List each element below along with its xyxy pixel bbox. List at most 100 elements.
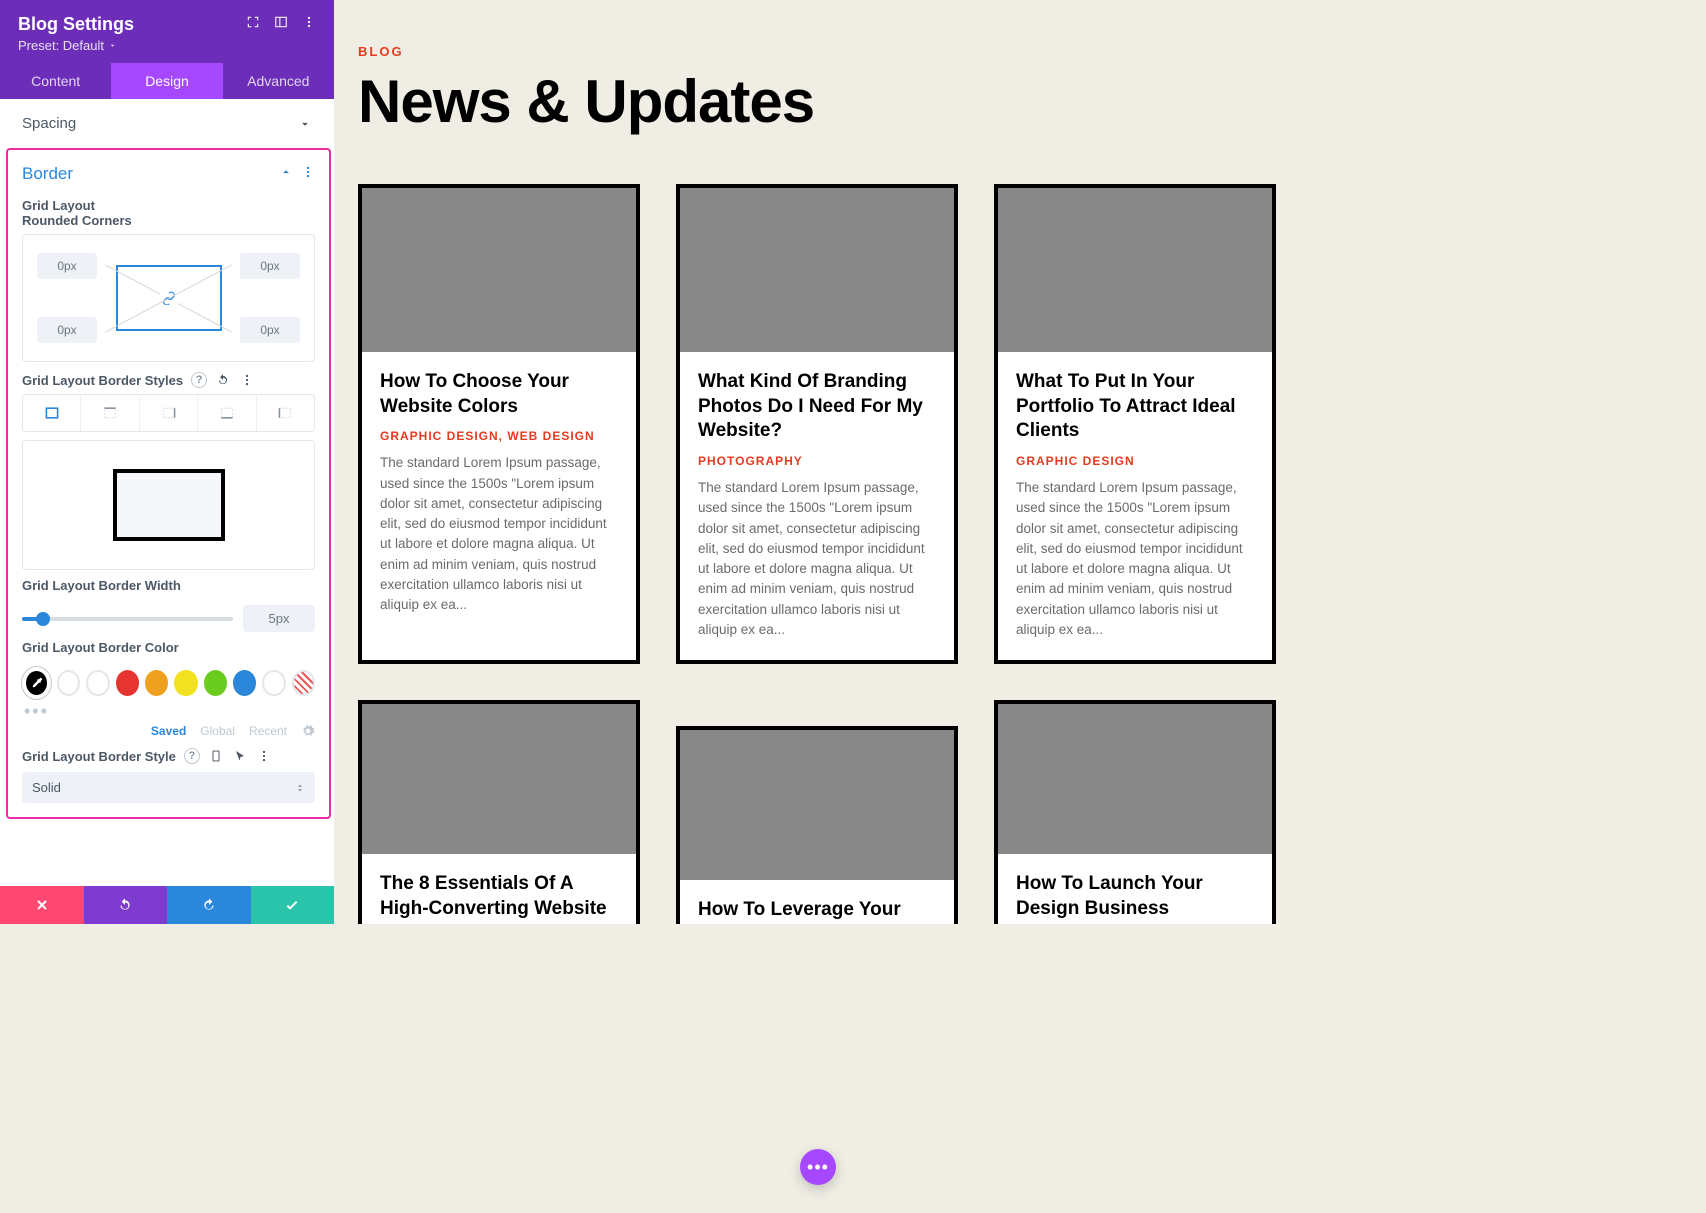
blog-card[interactable]: What Kind Of Branding Photos Do I Need F… bbox=[676, 184, 958, 664]
more-icon[interactable] bbox=[239, 372, 255, 388]
border-width-value[interactable]: 5px bbox=[243, 605, 315, 632]
border-preview bbox=[22, 440, 315, 570]
card-image bbox=[362, 704, 636, 854]
chevron-up-icon[interactable] bbox=[279, 165, 293, 184]
edge-right[interactable] bbox=[140, 395, 198, 431]
sidebar-title: Blog Settings bbox=[18, 14, 134, 35]
edge-all[interactable] bbox=[23, 395, 81, 431]
swatch[interactable] bbox=[174, 670, 197, 696]
card-title: What To Put In Your Portfolio To Attract… bbox=[1016, 370, 1254, 444]
swatch[interactable] bbox=[262, 670, 285, 696]
sidebar-footer bbox=[0, 886, 334, 924]
page-preview: BLOG News & Updates How To Choose Your W… bbox=[334, 0, 1300, 924]
spacing-label: Spacing bbox=[22, 115, 76, 132]
corner-tr-input[interactable] bbox=[240, 253, 300, 279]
card-image bbox=[680, 188, 954, 352]
expand-icon[interactable] bbox=[246, 15, 260, 34]
edge-top[interactable] bbox=[81, 395, 139, 431]
tab-design[interactable]: Design bbox=[111, 63, 222, 99]
chevron-down-icon bbox=[298, 117, 312, 131]
help-icon[interactable]: ? bbox=[191, 372, 207, 388]
preset-dropdown[interactable]: Preset: Default bbox=[18, 38, 316, 53]
section-spacing[interactable]: Spacing bbox=[0, 99, 334, 148]
palette-global[interactable]: Global bbox=[200, 724, 235, 738]
panel-icon[interactable] bbox=[274, 15, 288, 34]
swatch[interactable] bbox=[145, 670, 168, 696]
swatch[interactable] bbox=[86, 670, 109, 696]
module-actions-fab[interactable]: ••• bbox=[800, 1149, 836, 1185]
select-arrows-icon bbox=[295, 781, 305, 795]
link-icon bbox=[160, 289, 178, 307]
card-excerpt: The standard Lorem Ipsum passage, used s… bbox=[380, 453, 618, 615]
palette-recent[interactable]: Recent bbox=[249, 724, 287, 738]
phone-icon[interactable] bbox=[208, 748, 224, 764]
corner-tl-input[interactable] bbox=[37, 253, 97, 279]
border-edge-tabs bbox=[22, 394, 315, 432]
palette-tabs: Saved Global Recent bbox=[22, 724, 315, 738]
more-icon[interactable] bbox=[256, 748, 272, 764]
blog-card[interactable]: What To Put In Your Portfolio To Attract… bbox=[994, 184, 1276, 664]
border-style-row: Grid Layout Border Style ? bbox=[8, 738, 329, 766]
more-icon[interactable] bbox=[302, 15, 316, 34]
section-border: Border Grid Layout Rounded Corners Grid … bbox=[6, 148, 331, 819]
redo-button[interactable] bbox=[167, 886, 251, 924]
cancel-button[interactable] bbox=[0, 886, 84, 924]
sidebar-tabs: Content Design Advanced bbox=[0, 63, 334, 99]
more-icon[interactable] bbox=[301, 165, 315, 184]
card-excerpt: The standard Lorem Ipsum passage, used s… bbox=[698, 478, 936, 640]
swatch[interactable] bbox=[233, 670, 256, 696]
card-title: How To Choose Your Website Colors bbox=[380, 370, 618, 419]
swatch-none[interactable] bbox=[292, 670, 315, 696]
border-styles-label: Grid Layout Border Styles bbox=[22, 373, 183, 388]
page-headline: News & Updates bbox=[358, 67, 1276, 136]
sidebar-body: Spacing Border Grid Layout Rounded Corne… bbox=[0, 99, 334, 886]
border-style-label: Grid Layout Border Style bbox=[22, 749, 176, 764]
card-title: What Kind Of Branding Photos Do I Need F… bbox=[698, 370, 936, 444]
rounded-corners-control bbox=[22, 234, 315, 362]
hover-icon[interactable] bbox=[232, 748, 248, 764]
swatch[interactable] bbox=[116, 670, 139, 696]
gear-icon[interactable] bbox=[301, 724, 315, 738]
sidebar-header: Blog Settings Preset: Default bbox=[0, 0, 334, 63]
edge-left[interactable] bbox=[257, 395, 314, 431]
tab-advanced[interactable]: Advanced bbox=[223, 63, 334, 99]
more-swatches[interactable]: ••• bbox=[24, 701, 329, 722]
blog-card[interactable]: The 8 Essentials Of A High-Converting We… bbox=[358, 700, 640, 924]
help-icon[interactable]: ? bbox=[184, 748, 200, 764]
palette-saved[interactable]: Saved bbox=[151, 724, 186, 738]
reset-icon[interactable] bbox=[215, 372, 231, 388]
blog-card[interactable]: How To Leverage Your bbox=[676, 726, 958, 924]
chevron-down-icon bbox=[108, 41, 117, 50]
swatch[interactable] bbox=[204, 670, 227, 696]
tab-content[interactable]: Content bbox=[0, 63, 111, 99]
card-category: GRAPHIC DESIGN bbox=[1016, 454, 1254, 468]
border-width-label: Grid Layout Border Width bbox=[8, 570, 329, 599]
card-title: How To Leverage Your bbox=[698, 898, 936, 923]
rounded-corners-label: Grid Layout Rounded Corners bbox=[8, 190, 148, 234]
border-color-label: Grid Layout Border Color bbox=[8, 632, 329, 661]
blog-card[interactable]: How To Choose Your Website Colors GRAPHI… bbox=[358, 184, 640, 664]
corner-bl-input[interactable] bbox=[37, 317, 97, 343]
color-swatches bbox=[22, 667, 315, 699]
eyedropper-icon bbox=[30, 676, 44, 690]
color-picker-button[interactable] bbox=[22, 667, 51, 699]
blog-card[interactable]: How To Launch Your Design Business bbox=[994, 700, 1276, 924]
corner-br-input[interactable] bbox=[240, 317, 300, 343]
card-image bbox=[998, 188, 1272, 352]
card-image bbox=[680, 730, 954, 880]
undo-button[interactable] bbox=[84, 886, 168, 924]
border-title[interactable]: Border bbox=[22, 164, 73, 184]
border-styles-row: Grid Layout Border Styles ? bbox=[8, 362, 329, 390]
link-corners-toggle[interactable] bbox=[116, 265, 222, 331]
blog-grid: How To Choose Your Website Colors GRAPHI… bbox=[358, 184, 1276, 924]
border-style-select[interactable]: Solid bbox=[22, 772, 315, 803]
card-category: PHOTOGRAPHY bbox=[698, 454, 936, 468]
save-button[interactable] bbox=[251, 886, 335, 924]
card-image bbox=[362, 188, 636, 352]
settings-sidebar: Blog Settings Preset: Default Content De… bbox=[0, 0, 334, 924]
page-eyebrow: BLOG bbox=[358, 44, 1276, 59]
border-width-slider[interactable] bbox=[22, 617, 233, 621]
card-image bbox=[998, 704, 1272, 854]
swatch[interactable] bbox=[57, 670, 80, 696]
edge-bottom[interactable] bbox=[198, 395, 256, 431]
